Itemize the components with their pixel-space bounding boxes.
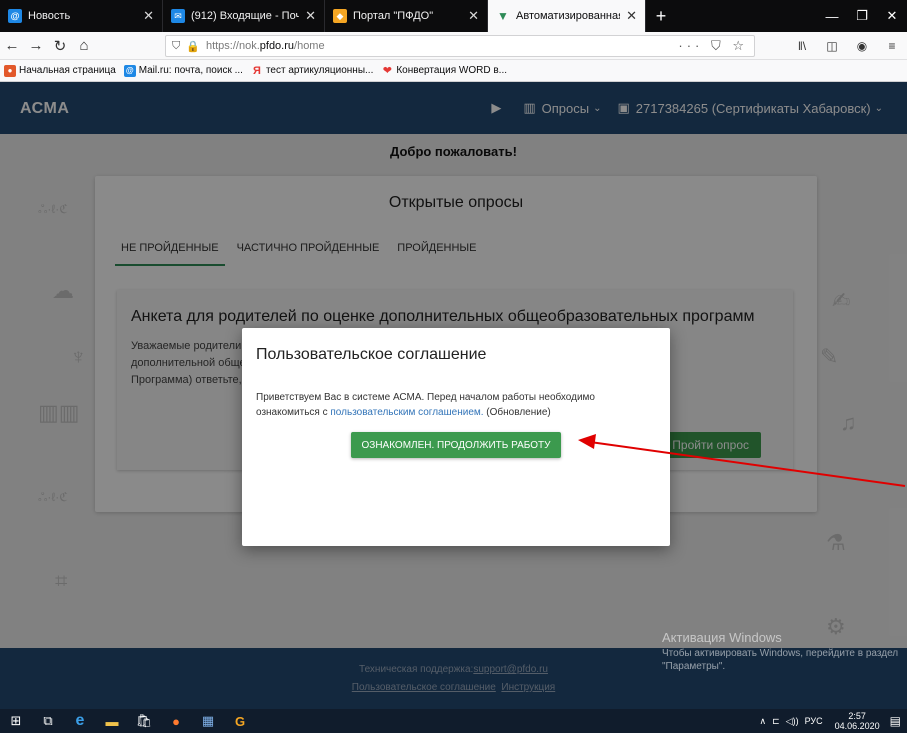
shield-icon[interactable]: ⛉ bbox=[172, 40, 180, 53]
clock[interactable]: 2:57 04.06.2020 bbox=[829, 711, 880, 731]
task-view-icon[interactable]: ⧉ bbox=[32, 709, 64, 733]
close-icon[interactable]: ✕ bbox=[305, 8, 316, 24]
chevron-up-icon[interactable]: ∧ bbox=[760, 716, 767, 727]
browser-tab[interactable]: ✉ (912) Входящие - Почта Mail.ru ✕ bbox=[163, 0, 325, 32]
arrow-line bbox=[589, 441, 906, 487]
network-icon[interactable]: ⊏ bbox=[772, 716, 780, 727]
back-icon[interactable]: ← bbox=[0, 34, 24, 58]
minimize-icon[interactable]: — bbox=[817, 0, 847, 32]
bookmark-label: тест артикуляционны... bbox=[265, 65, 374, 76]
maximize-icon[interactable]: ❐ bbox=[847, 0, 877, 32]
close-icon[interactable]: ✕ bbox=[468, 8, 479, 24]
home-icon[interactable]: ⌂ bbox=[72, 34, 96, 58]
folder-icon[interactable]: ▬ bbox=[96, 709, 128, 733]
menu-icon[interactable]: ≡ bbox=[877, 34, 907, 58]
windows-taskbar: ⊞ ⧉ e ▬ 🛍 ● ▦ G ∧ ⊏ ◁)) РУС 2:57 04.06.20… bbox=[0, 709, 907, 733]
annotation-arrow bbox=[578, 434, 906, 487]
language-indicator[interactable]: РУС bbox=[805, 716, 823, 726]
forward-icon[interactable]: → bbox=[24, 34, 48, 58]
clock-time: 2:57 bbox=[848, 711, 866, 721]
bookmarks-bar: ● Начальная страница @ Mail.ru: почта, пои… bbox=[0, 60, 907, 82]
firefox-icon: ● bbox=[4, 64, 16, 77]
close-icon[interactable]: ✕ bbox=[626, 8, 637, 24]
bookmark-item[interactable]: @ Mail.ru: почта, поиск ... bbox=[123, 64, 243, 77]
browser-nav-bar: ← → ↻ ⌂ ⛉ 🔒 https://nok.pfdo.ru/home ···… bbox=[0, 32, 907, 60]
clock-date: 04.06.2020 bbox=[834, 721, 880, 731]
notification-icon[interactable]: ▤ bbox=[890, 714, 901, 728]
library-icon[interactable]: ‖\ bbox=[787, 34, 817, 58]
mailru-icon: @ bbox=[123, 64, 136, 77]
toolbar-right: ‖\ ◫ ◉ ≡ bbox=[787, 34, 907, 58]
bookmark-item[interactable]: ● Начальная страница bbox=[4, 64, 116, 77]
asma-icon: ▼ bbox=[497, 9, 509, 23]
url-text: https://nok.pfdo.ru/home bbox=[205, 40, 325, 52]
lock-icon[interactable]: 🔒 bbox=[186, 40, 200, 53]
sidebar-icon[interactable]: ◫ bbox=[817, 34, 847, 58]
tab-label: Новость bbox=[28, 10, 71, 22]
arrow-head bbox=[578, 434, 596, 449]
new-tab-button[interactable]: + bbox=[646, 0, 676, 32]
close-icon[interactable]: ✕ bbox=[143, 8, 154, 24]
pfdo-icon: ◆ bbox=[333, 9, 347, 23]
browser-tab[interactable]: ◆ Портал "ПФДО" ✕ bbox=[325, 0, 488, 32]
yandex-icon: Я bbox=[252, 64, 261, 77]
bookmark-label: Mail.ru: почта, поиск ... bbox=[138, 65, 243, 76]
tab-label: Портал "ПФДО" bbox=[353, 10, 434, 22]
tab-label: (912) Входящие - Почта Mail.ru bbox=[191, 10, 300, 22]
browser-tab[interactable]: @ Новость ✕ bbox=[0, 0, 163, 32]
page-actions-icon[interactable]: ··· ⛉ ☆ bbox=[678, 38, 748, 54]
address-bar[interactable]: ⛉ 🔒 https://nok.pfdo.ru/home ··· ⛉ ☆ bbox=[165, 35, 755, 57]
tab-label: Автоматизированная Система М bbox=[516, 10, 621, 22]
browser-tab-bar: @ Новость ✕ ✉ (912) Входящие - Почта Mai… bbox=[0, 0, 907, 32]
bookmark-item[interactable]: Ятест артикуляционны... bbox=[251, 65, 373, 77]
bookmark-item[interactable]: ❤ Конвертация WORD в... bbox=[381, 65, 507, 77]
app-icon[interactable]: ▦ bbox=[192, 709, 224, 733]
mail-icon: ✉ bbox=[171, 9, 185, 23]
windows-start-icon[interactable]: ⊞ bbox=[0, 709, 32, 733]
system-tray: ∧ ⊏ ◁)) РУС 2:57 04.06.2020 ▤ bbox=[754, 709, 907, 733]
app-icon[interactable]: G bbox=[224, 709, 256, 733]
store-icon[interactable]: 🛍 bbox=[128, 709, 160, 733]
volume-icon[interactable]: ◁)) bbox=[786, 716, 799, 727]
bookmark-label: Начальная страница bbox=[19, 65, 116, 76]
close-window-icon[interactable]: ✕ bbox=[877, 0, 907, 32]
heart-icon: ❤ bbox=[382, 65, 392, 77]
reload-icon[interactable]: ↻ bbox=[48, 34, 72, 58]
account-icon[interactable]: ◉ bbox=[847, 34, 877, 58]
web-page: АСМА ▶ ▥ Опросы ⌄ ▣ 2717384265 (Сертификаты… bbox=[0, 82, 907, 709]
mailru-icon: @ bbox=[8, 9, 22, 23]
bookmark-label: Конвертация WORD в... bbox=[396, 65, 507, 76]
firefox-icon[interactable]: ● bbox=[160, 709, 192, 733]
edge-icon[interactable]: e bbox=[64, 709, 96, 733]
window-controls: — ❐ ✕ bbox=[817, 0, 907, 32]
browser-tab-active[interactable]: ▼ Автоматизированная Система М ✕ bbox=[488, 0, 646, 32]
